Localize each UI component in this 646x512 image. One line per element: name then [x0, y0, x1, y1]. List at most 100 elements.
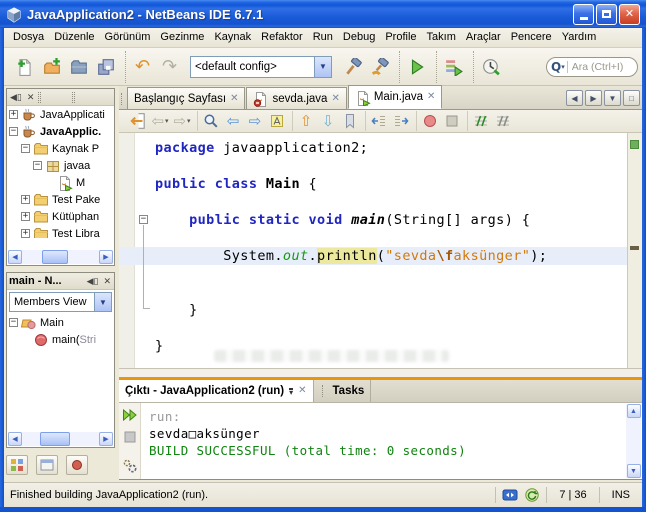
rerun-icon[interactable]: [121, 406, 139, 424]
code-line-0[interactable]: package javaapplication2;: [119, 139, 627, 157]
menu-item-araçlar[interactable]: Araçlar: [461, 28, 506, 47]
run-button[interactable]: [403, 53, 430, 80]
menu-item-gezinme[interactable]: Gezinme: [155, 28, 209, 47]
find-prev-button[interactable]: ⇦: [222, 111, 244, 131]
menu-item-kaynak[interactable]: Kaynak: [209, 28, 256, 47]
maximize-button[interactable]: [596, 3, 617, 25]
undo-button[interactable]: ↶: [129, 53, 156, 80]
scroll-down-icon[interactable]: ▼: [626, 464, 641, 478]
open-project-button[interactable]: [65, 53, 92, 80]
back-button[interactable]: ⇦ ▾: [149, 111, 171, 131]
search-input[interactable]: [569, 59, 628, 74]
scroll-left-icon[interactable]: ◀: [8, 432, 22, 446]
panel-minimize-icon[interactable]: ◀▯: [86, 276, 100, 286]
find-button[interactable]: [200, 111, 222, 131]
last-edit-button[interactable]: [127, 111, 149, 131]
panel-close-icon[interactable]: ✕: [102, 276, 112, 286]
minimize-button[interactable]: [573, 3, 594, 25]
panel-close-icon[interactable]: ✕: [26, 92, 36, 102]
code-line-10[interactable]: [119, 319, 627, 337]
navigator-item-1[interactable]: main(Stri: [7, 331, 114, 348]
new-project-button[interactable]: [38, 53, 65, 80]
code-line-4[interactable]: public static void main(String[] args) {: [119, 211, 627, 229]
tree-expand-handle[interactable]: +: [21, 195, 30, 204]
code-line-1[interactable]: [119, 157, 627, 175]
project-item-4[interactable]: M: [7, 174, 114, 191]
close-tab-icon[interactable]: ✕: [331, 93, 339, 104]
code-line-2[interactable]: public class Main {: [119, 175, 627, 193]
editor-tab-1[interactable]: sevda.java ✕: [246, 87, 347, 109]
code-fold-icon[interactable]: −: [139, 215, 148, 224]
scroll-right-icon[interactable]: ▶: [99, 432, 113, 446]
navigator-item-0[interactable]: − Main: [7, 314, 114, 331]
output-console[interactable]: run: sevda□aksünger BUILD SUCCESSFUL (tota…: [119, 403, 642, 480]
menu-item-düzenle[interactable]: Düzenle: [49, 28, 99, 47]
menu-item-debug[interactable]: Debug: [338, 28, 380, 47]
project-item-5[interactable]: + Test Pake: [7, 191, 114, 208]
stop-icon[interactable]: [121, 428, 139, 446]
code-editor[interactable]: package javaapplication2; public class Ma…: [119, 133, 642, 368]
profile-button[interactable]: [477, 53, 504, 80]
scroll-up-icon[interactable]: ▲: [626, 404, 641, 418]
menu-item-yardım[interactable]: Yardım: [557, 28, 602, 47]
menu-item-dosya[interactable]: Dosya: [8, 28, 49, 47]
tab-output[interactable]: Çıktı - JavaApplication2 (run) ▾ ✕: [119, 380, 314, 402]
code-line-8[interactable]: [119, 283, 627, 301]
code-line-9[interactable]: }: [119, 301, 627, 319]
title-bar[interactable]: JavaApplication2 - NetBeans IDE 6.7.1 ✕: [0, 0, 646, 28]
menu-item-görünüm[interactable]: Görünüm: [100, 28, 156, 47]
new-file-button[interactable]: [11, 53, 38, 80]
tree-expand-handle[interactable]: −: [9, 318, 18, 327]
maximize-editor-icon[interactable]: □: [623, 90, 640, 106]
panel-minimize-icon[interactable]: ◀▯: [9, 92, 23, 102]
minimized-window-button-2[interactable]: [36, 455, 58, 475]
bm-next-button[interactable]: ⇩: [317, 111, 339, 131]
editor-tab-0[interactable]: Başlangıç Sayfası ✕: [127, 87, 246, 109]
combo-dropdown-button[interactable]: ▼: [314, 56, 331, 77]
tab-tasks[interactable]: Tasks: [314, 380, 372, 402]
shift-right-button[interactable]: [390, 111, 412, 131]
tree-expand-handle[interactable]: −: [21, 144, 30, 153]
forward-button[interactable]: ⇨ ▾: [171, 111, 193, 131]
close-button[interactable]: ✕: [619, 3, 640, 25]
quick-search[interactable]: Q ▾: [546, 56, 638, 77]
ant-settings-icon[interactable]: [121, 457, 139, 475]
project-item-2[interactable]: − Kaynak P: [7, 140, 114, 157]
config-combobox[interactable]: <default config> ▼: [190, 55, 332, 78]
project-item-0[interactable]: + JavaApplicati: [7, 106, 114, 123]
uncomment-button[interactable]: [492, 111, 514, 131]
bm-prev-button[interactable]: ⇧: [295, 111, 317, 131]
code-line-3[interactable]: [119, 193, 627, 211]
close-tab-icon[interactable]: ✕: [298, 386, 306, 396]
projects-hscrollbar[interactable]: ◀ ▶: [8, 250, 113, 264]
project-item-3[interactable]: − javaa: [7, 157, 114, 174]
navigator-view-combobox[interactable]: Members View ▼: [9, 292, 112, 312]
build-button[interactable]: [339, 53, 366, 80]
code-line-5[interactable]: [119, 229, 627, 247]
menu-item-pencere[interactable]: Pencere: [506, 28, 557, 47]
editor-hscrollbar[interactable]: [119, 368, 642, 377]
bm-toggle-button[interactable]: [339, 111, 361, 131]
close-tab-icon[interactable]: ✕: [230, 93, 238, 104]
editor-tab-2[interactable]: Main.java ✕: [347, 85, 443, 109]
scroll-left-icon[interactable]: ◀: [8, 250, 22, 264]
search-dropdown-icon[interactable]: ▾: [561, 63, 565, 71]
close-tab-icon[interactable]: ✕: [427, 92, 435, 102]
project-item-1[interactable]: − JavaApplic.: [7, 123, 114, 140]
output-vscrollbar[interactable]: ▲ ▼: [626, 404, 641, 478]
sync-icon[interactable]: [502, 487, 518, 503]
combo-dropdown-button[interactable]: ▼: [94, 293, 111, 311]
project-item-6[interactable]: + Kütüphan: [7, 208, 114, 225]
minimized-window-button-3[interactable]: [66, 455, 88, 475]
highlight-button[interactable]: [266, 111, 288, 131]
scroll-tabs-left-icon[interactable]: ◀: [566, 90, 583, 106]
comment-button[interactable]: [470, 111, 492, 131]
redo-button[interactable]: ↷: [156, 53, 183, 80]
tree-expand-handle[interactable]: −: [33, 161, 42, 170]
clean-build-button[interactable]: [366, 53, 393, 80]
stop-macro-button[interactable]: [441, 111, 463, 131]
error-stripe[interactable]: [627, 133, 642, 368]
save-all-button[interactable]: [92, 53, 119, 80]
tree-expand-handle[interactable]: +: [21, 229, 30, 238]
code-line-7[interactable]: [119, 265, 627, 283]
